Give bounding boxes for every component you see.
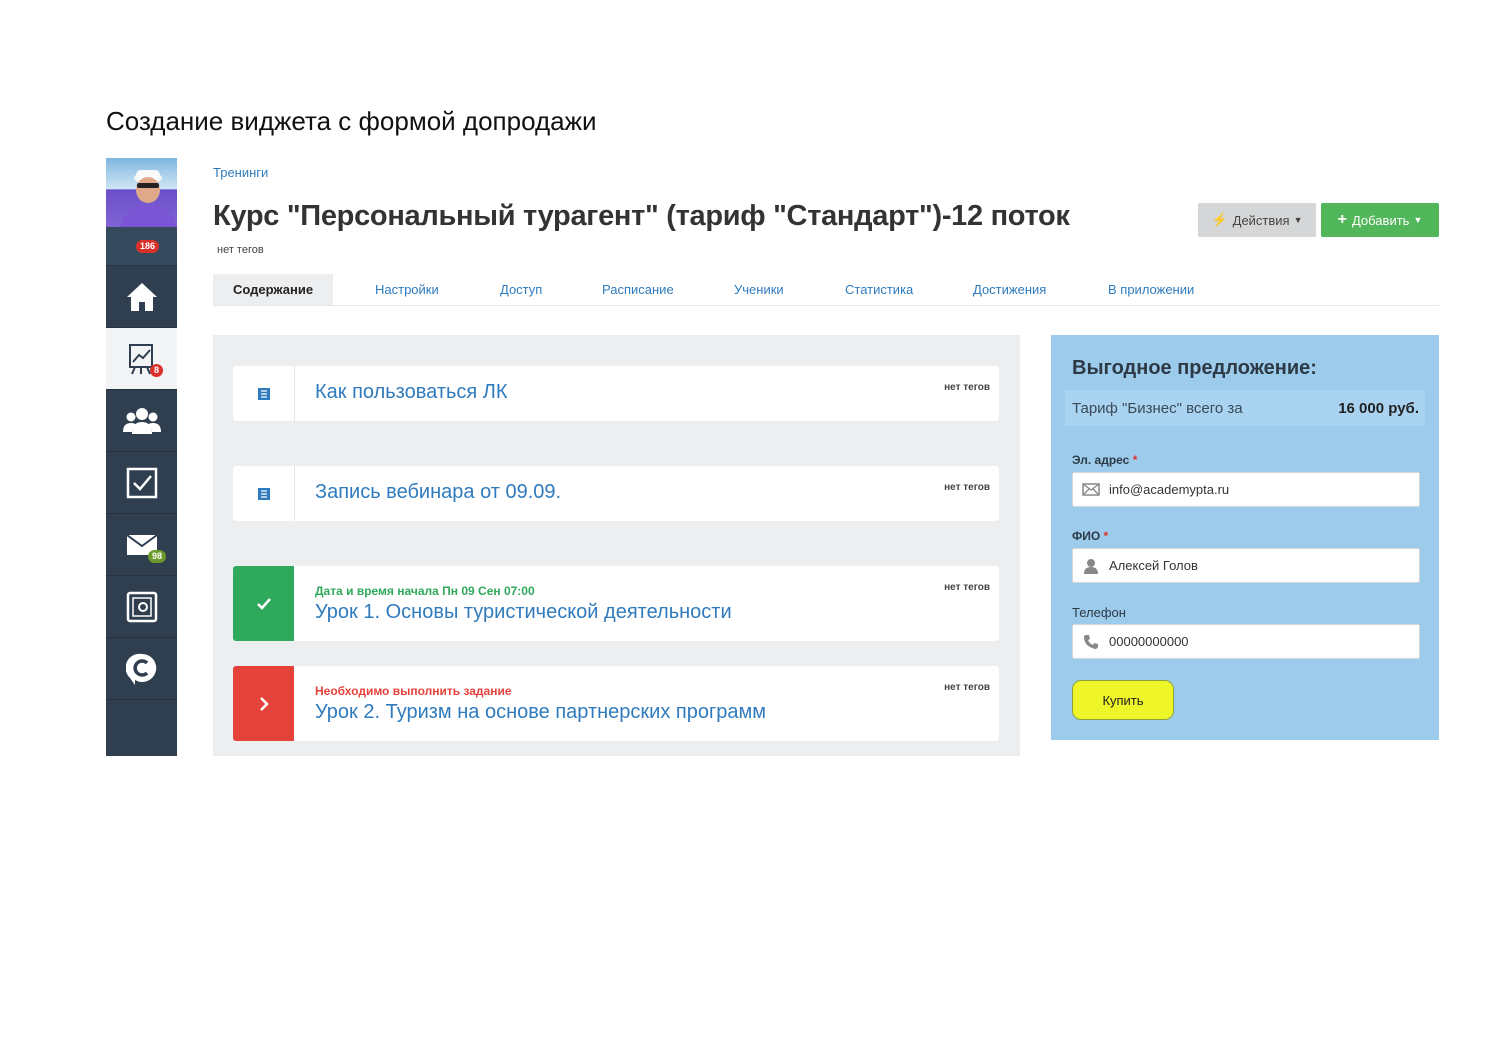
lesson-tags: нет тегов (944, 382, 990, 393)
actions-button-label: Действия (1232, 212, 1290, 228)
chevron-right-icon (259, 696, 269, 711)
offer-title: Выгодное предложение: (1072, 357, 1317, 379)
lesson-title: Запись вебинара от 09.09. (315, 481, 562, 503)
offer-price-label: Тариф "Бизнес" всего за (1072, 400, 1243, 417)
caret-down-icon: ▼ (1293, 215, 1303, 225)
lesson-item[interactable]: Как пользоваться ЛК нет тегов (233, 366, 999, 421)
sidebar-item-users[interactable] (106, 390, 177, 452)
lightning-icon: ⚡ (1211, 212, 1228, 227)
lesson-lead (233, 666, 294, 741)
sidebar: 186 8 98 (106, 158, 177, 756)
trainings-badge: 8 (150, 364, 164, 377)
phone-field[interactable]: 00000000000 (1072, 624, 1420, 659)
lesson-tags: нет тегов (944, 482, 990, 493)
notification-count-badge: 186 (136, 240, 160, 253)
sidebar-item-chat[interactable] (106, 638, 177, 700)
plus-icon: + (1337, 211, 1347, 228)
phone-value: 00000000000 (1109, 634, 1189, 649)
safe-icon (126, 591, 157, 622)
messages-badge: 98 (148, 550, 167, 563)
offer-price-value: 16 000 руб. (1338, 400, 1419, 417)
phone-icon (1073, 634, 1109, 650)
lesson-lead (233, 366, 295, 421)
check-icon (256, 597, 271, 610)
document-icon (257, 487, 270, 500)
course-tags[interactable]: нет тегов (217, 244, 264, 256)
lesson-item[interactable]: Запись вебинара от 09.09. нет тегов (233, 466, 999, 521)
lesson-title: Как пользоваться ЛК (315, 381, 508, 403)
notifications[interactable]: 186 (106, 227, 177, 266)
tab-achievements[interactable]: Достижения (973, 274, 1046, 305)
chat-icon (125, 653, 156, 685)
home-icon (126, 282, 157, 311)
name-value: Алексей Голов (1109, 558, 1198, 573)
sidebar-item-trainings[interactable]: 8 (106, 328, 177, 390)
document-icon (257, 387, 270, 400)
phone-label: Телефон (1072, 605, 1126, 620)
upsell-widget: Выгодное предложение: Тариф "Бизнес" все… (1051, 335, 1439, 740)
lesson-lead (233, 466, 295, 521)
email-label: Эл. адрес * (1072, 453, 1137, 467)
lesson-task-required: Необходимо выполнить задание (315, 684, 512, 698)
buy-button[interactable]: Купить (1072, 680, 1174, 720)
actions-button[interactable]: ⚡ Действия ▼ (1198, 203, 1316, 237)
tab-students[interactable]: Ученики (734, 274, 784, 305)
add-button-label: Добавить (1351, 212, 1410, 228)
email-field[interactable]: info@academypta.ru (1072, 472, 1420, 507)
tab-statistics[interactable]: Статистика (845, 274, 913, 305)
tab-schedule[interactable]: Расписание (602, 274, 674, 305)
required-mark: * (1103, 529, 1109, 543)
tab-bar: Содержание Настройки Доступ Расписание У… (213, 274, 1439, 306)
name-field[interactable]: Алексей Голов (1072, 548, 1420, 583)
lesson-tags: нет тегов (944, 682, 990, 693)
lesson-title: Урок 2. Туризм на основе партнерских про… (315, 701, 767, 723)
sidebar-item-messages[interactable]: 98 (106, 514, 177, 576)
lesson-lead (233, 566, 294, 641)
page-title: Курс "Персональный турагент" (тариф "Ста… (213, 200, 1070, 232)
tab-access[interactable]: Доступ (500, 274, 542, 305)
sidebar-item-home[interactable] (106, 266, 177, 328)
add-button[interactable]: + Добавить ▼ (1321, 203, 1439, 237)
users-icon (122, 407, 161, 434)
avatar-photo (120, 170, 177, 227)
sidebar-item-safe[interactable] (106, 576, 177, 638)
sidebar-item-tasks[interactable] (106, 452, 177, 514)
caret-down-icon: ▼ (1413, 215, 1423, 225)
checkbox-icon (126, 467, 157, 498)
name-label-text: ФИО (1072, 529, 1101, 543)
offer-price-row: Тариф "Бизнес" всего за 16 000 руб. (1065, 390, 1425, 426)
email-label-text: Эл. адрес (1072, 453, 1130, 467)
envelope-icon (1073, 483, 1109, 496)
tab-settings[interactable]: Настройки (375, 274, 439, 305)
lesson-start-date: Дата и время начала Пн 09 Сен 07:00 (315, 584, 535, 598)
lesson-tags: нет тегов (944, 582, 990, 593)
tab-content[interactable]: Содержание (213, 274, 334, 305)
document-title: Создание виджета с формой допродажи (106, 106, 597, 136)
lessons-list: Как пользоваться ЛК нет тегов Запись веб… (213, 335, 1020, 756)
required-mark: * (1132, 453, 1138, 467)
lesson-item[interactable]: Дата и время начала Пн 09 Сен 07:00 Урок… (233, 566, 999, 641)
avatar[interactable] (106, 158, 177, 227)
name-label: ФИО * (1072, 529, 1108, 543)
lesson-title: Урок 1. Основы туристической деятельност… (315, 601, 732, 623)
tab-in-app[interactable]: В приложении (1108, 274, 1194, 305)
lesson-item[interactable]: Необходимо выполнить задание Урок 2. Тур… (233, 666, 999, 741)
email-value: info@academypta.ru (1109, 482, 1230, 497)
user-icon (1073, 558, 1109, 574)
breadcrumb[interactable]: Тренинги (213, 165, 268, 180)
